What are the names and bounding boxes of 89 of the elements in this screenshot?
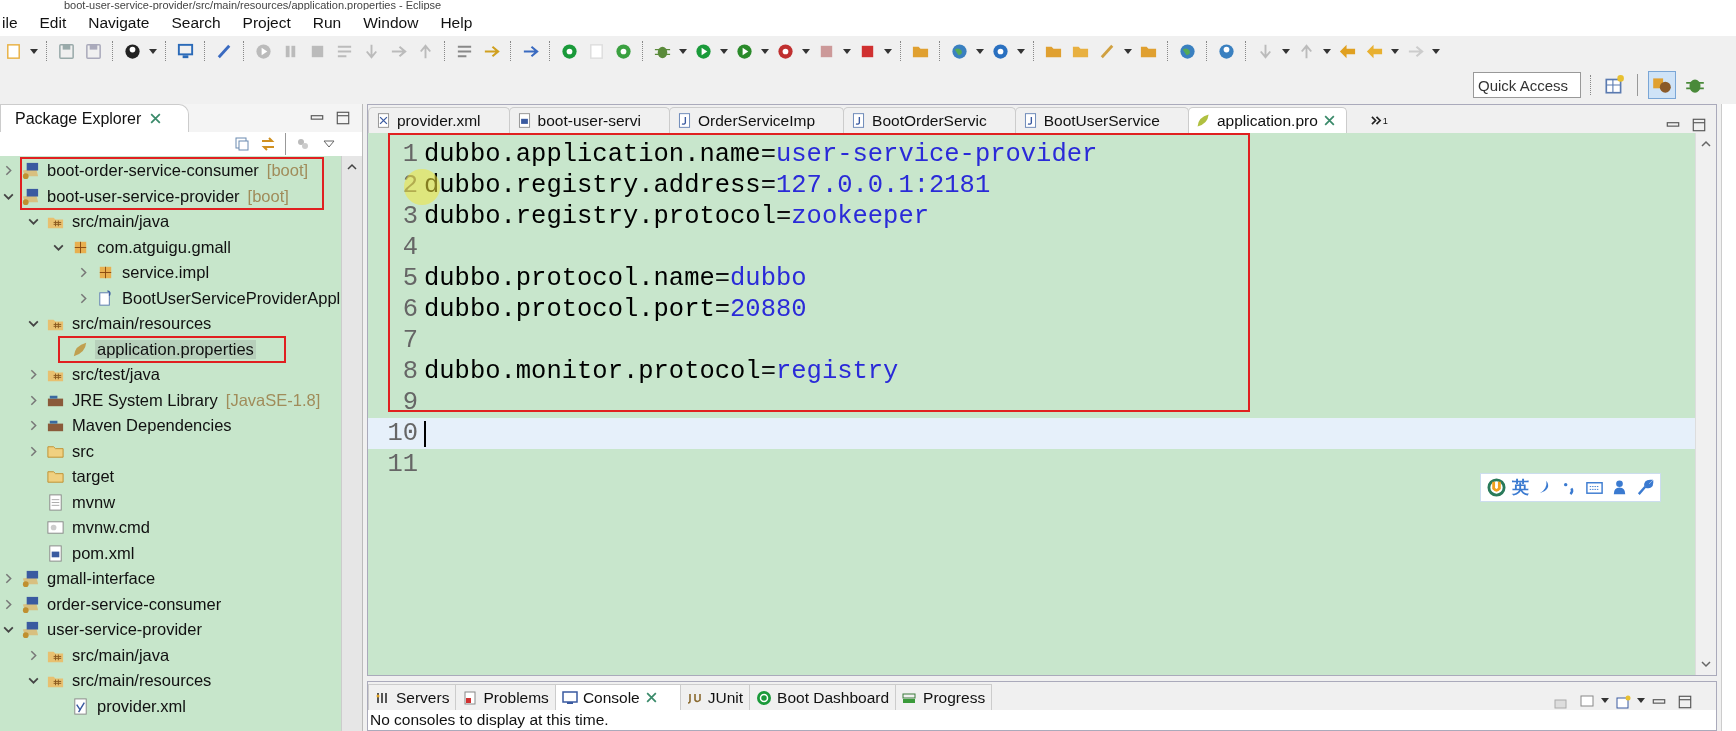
tree-item[interactable]: com.atguigu.gmall [95, 237, 233, 257]
menu-item[interactable]: Help [438, 14, 475, 32]
menu-item[interactable]: Search [169, 14, 223, 32]
tree-item[interactable]: BootUserServiceProviderAppl [120, 288, 341, 308]
scroll-down-icon[interactable] [1700, 658, 1712, 670]
link-editor-icon[interactable] [260, 136, 276, 152]
tree-item[interactable]: src/main/resources [70, 671, 214, 691]
boot-icon [756, 689, 773, 706]
editor-tab[interactable]: application.pro [1187, 107, 1347, 133]
quick-access-field[interactable]: Quick Access [1473, 72, 1581, 98]
tree-item[interactable]: src/main/resources [70, 314, 214, 334]
new-console-icon[interactable] [1615, 694, 1631, 710]
menu-item[interactable]: ile [0, 14, 20, 32]
scrollbar[interactable] [341, 156, 362, 731]
view-tab[interactable]: Console [554, 684, 681, 710]
input-mode-label[interactable]: 英 [1512, 476, 1529, 499]
close-icon[interactable] [644, 691, 658, 704]
tree-item[interactable]: Maven Dependencies [70, 416, 234, 436]
tree-item[interactable]: boot-user-service-provider [45, 186, 242, 206]
problems-icon [462, 689, 479, 706]
wrench-icon[interactable] [1635, 478, 1654, 497]
line-number: 8 [402, 357, 418, 386]
view-tab[interactable]: Package Explorer [0, 103, 190, 133]
menu-item[interactable]: Project [240, 14, 293, 32]
tree-item[interactable]: JRE System Library [70, 390, 220, 410]
tree-item[interactable]: provider.xml [95, 696, 188, 716]
code-line: dubbo.monitor.protocol=registry [424, 357, 899, 386]
project-decoration: [boot] [247, 186, 289, 206]
text-file-icon [46, 492, 65, 512]
tree-item[interactable]: user-service-provider [45, 620, 204, 640]
maven-file-icon [46, 543, 65, 563]
project-icon [21, 620, 40, 640]
project-icon [21, 569, 40, 589]
ime-logo-icon [1487, 478, 1506, 497]
line-number: 1 [402, 140, 418, 169]
maximize-icon[interactable] [1691, 117, 1707, 133]
console-message: No consoles to display at this time. [370, 711, 609, 728]
code-line: dubbo.protocol.port=20880 [424, 295, 807, 324]
close-icon[interactable] [1322, 114, 1336, 127]
collapse-all-icon[interactable] [234, 136, 250, 152]
menu-item[interactable]: Navigate [86, 14, 152, 32]
tree-item[interactable]: boot-order-service-consumer [45, 161, 261, 181]
menu-item[interactable]: Run [310, 14, 344, 32]
project-decoration: [boot] [266, 161, 309, 181]
code-line: dubbo.application.name=user-service-provider [424, 140, 1098, 169]
view-title: Package Explorer [15, 109, 142, 128]
code-line: dubbo.registry.address=127.0.0.1:2181 [424, 171, 991, 200]
line-number: 6 [402, 295, 418, 324]
console-icon [561, 689, 578, 706]
tree-item[interactable]: mvnw [70, 492, 118, 512]
code-line: dubbo.protocol.name=dubbo [424, 264, 807, 293]
xml-file-icon [375, 112, 392, 129]
line-number: 11 [387, 450, 418, 479]
menu-item[interactable]: Edit [37, 14, 69, 32]
view-tab[interactable]: Servers [368, 684, 457, 710]
tree-item[interactable]: src/main/java [70, 645, 172, 665]
line-number: 5 [402, 264, 418, 293]
view-tab[interactable]: Progress [895, 684, 993, 710]
xml-file-icon [71, 696, 90, 716]
tree-item[interactable]: pom.xml [70, 543, 137, 563]
line-number: 4 [402, 233, 418, 262]
menu-item[interactable]: Window [361, 14, 421, 32]
code-line: dubbo.registry.protocol=zookeeper [424, 202, 929, 231]
project-icon [21, 161, 40, 181]
tree-item[interactable]: service.impl [120, 263, 212, 283]
tree-item[interactable]: src/test/java [70, 365, 163, 385]
double-chevron-icon [1369, 115, 1383, 126]
tree-item[interactable]: target [70, 467, 117, 487]
java-perspective-icon[interactable] [1648, 71, 1676, 99]
maximize-icon[interactable] [335, 110, 351, 126]
tree-item[interactable]: gmall-interface [45, 569, 158, 589]
scrollbar[interactable] [1695, 133, 1716, 675]
line-number: 9 [402, 388, 418, 417]
project-icon [21, 594, 40, 614]
editor-tab[interactable]: provider.xml [368, 107, 510, 133]
tab-overflow-button[interactable]: 1 [1369, 108, 1388, 133]
maximize-icon[interactable] [1677, 694, 1693, 710]
project-decoration: [JavaSE-1.8] [225, 390, 321, 410]
line-number: 7 [402, 326, 418, 355]
tree-item[interactable]: application.properties [95, 339, 256, 359]
tree-item[interactable]: src [70, 441, 96, 461]
tree-item[interactable]: mvnw.cmd [70, 518, 152, 538]
line-number: 2 [402, 171, 418, 200]
tree-item[interactable]: order-service-consumer [45, 594, 224, 614]
line-number: 10 [387, 419, 418, 448]
close-icon[interactable] [149, 112, 163, 125]
project-icon [21, 186, 40, 206]
line-number: 3 [402, 202, 418, 231]
tree-item[interactable]: src/main/java [70, 212, 172, 232]
